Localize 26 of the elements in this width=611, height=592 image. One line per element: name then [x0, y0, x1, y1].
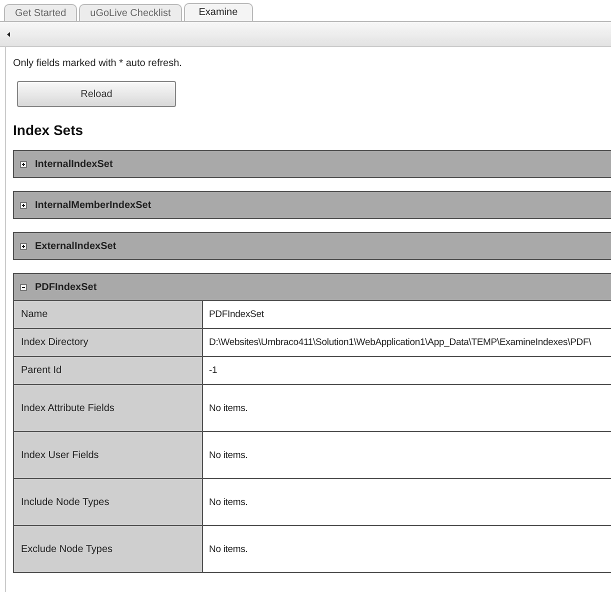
field-label-cell: Index Directory — [14, 329, 203, 357]
field-label-cell: Index Attribute Fields — [14, 385, 203, 432]
reload-button[interactable]: Reload — [17, 81, 176, 107]
field-label-cell: Name — [14, 301, 203, 329]
field-label-cell: Include Node Types — [14, 479, 203, 526]
plus-icon — [20, 242, 27, 250]
index-set-name: PDFIndexSet — [35, 282, 97, 292]
plus-icon — [20, 160, 27, 168]
index-set-header[interactable]: InternalIndexSet — [13, 150, 611, 178]
index-set-name: ExternalIndexSet — [35, 240, 116, 252]
note-text: Only fields marked with * auto refresh. — [13, 58, 183, 69]
tab[interactable]: Get Started — [4, 4, 78, 21]
plus-icon — [20, 202, 27, 208]
index-set-header[interactable]: PDFIndexSet — [13, 273, 611, 301]
left-arrow-icon[interactable] — [7, 32, 10, 36]
minus-icon — [20, 284, 27, 290]
field-label-cell: Exclude Node Types — [14, 526, 203, 573]
index-set-name: InternalIndexSet — [35, 158, 113, 170]
tab[interactable]: uGoLive Checklist — [79, 4, 182, 21]
tab[interactable]: Examine — [184, 3, 253, 21]
field-label-cell: Parent Id — [14, 357, 203, 385]
field-label-cell: Index User Fields — [14, 432, 203, 479]
index-set-header[interactable]: ExternalIndexSet — [13, 232, 611, 260]
index-set-name: InternalMemberIndexSet — [35, 200, 152, 210]
index-set-header[interactable]: InternalMemberIndexSet — [13, 191, 611, 219]
section-heading: Index Sets — [13, 122, 84, 138]
